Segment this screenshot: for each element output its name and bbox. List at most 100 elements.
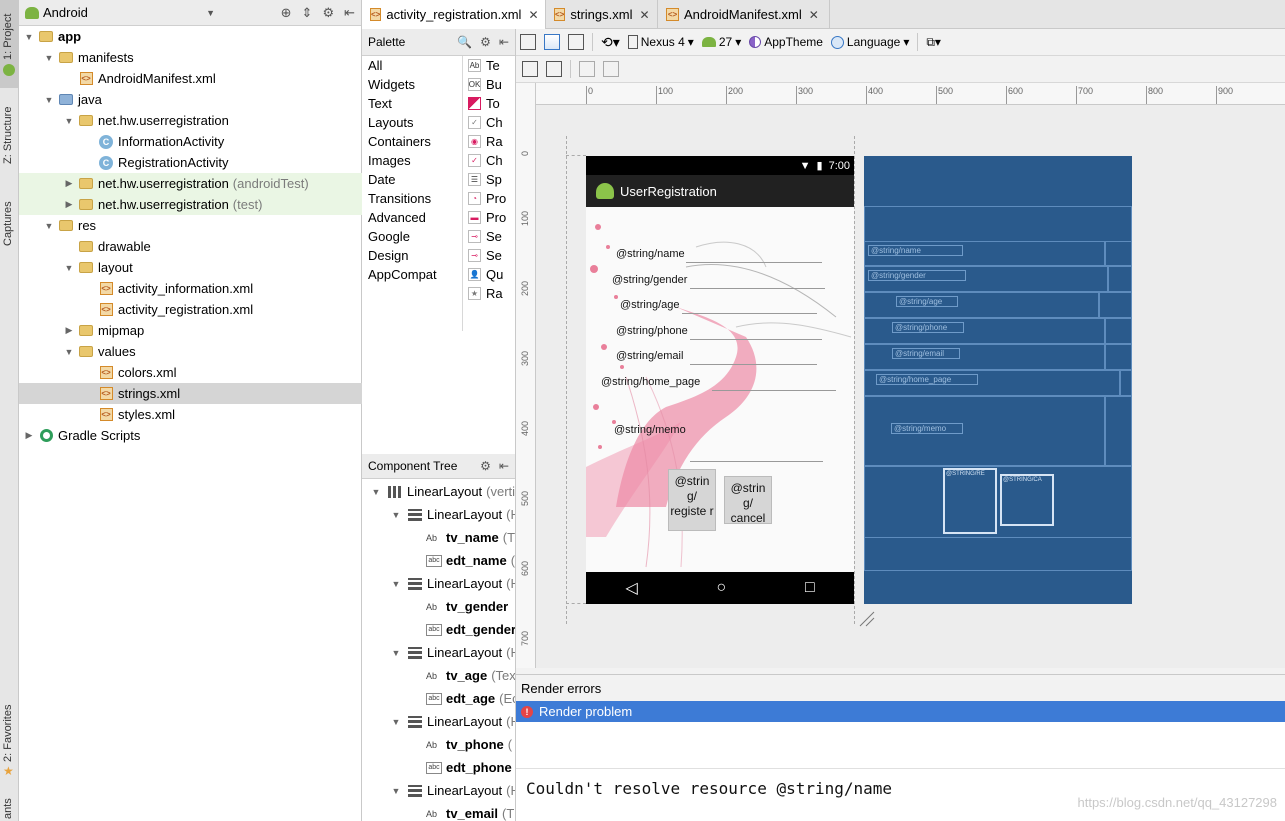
blueprint-view-icon[interactable] (544, 34, 560, 50)
expanded-arrow-icon[interactable]: ▼ (390, 786, 402, 796)
tree-item[interactable]: ▼ manifests (19, 47, 362, 68)
expanded-arrow-icon[interactable]: ▼ (43, 53, 55, 63)
blueprint-preview[interactable]: @string/name @string/gender @string/age @st… (864, 156, 1132, 604)
language-selector[interactable]: Language ▾ (830, 35, 909, 49)
search-icon[interactable]: 🔍 (457, 35, 472, 49)
palette-widget[interactable]: OK Bu (468, 77, 502, 92)
expanded-arrow-icon[interactable]: ▼ (390, 510, 402, 520)
resize-handle[interactable] (858, 610, 876, 628)
palette-category[interactable]: Containers (368, 134, 431, 149)
close-icon[interactable]: ✕ (639, 8, 649, 22)
tree-item[interactable]: <> styles.xml (19, 404, 362, 425)
autoconnect-icon[interactable] (546, 61, 562, 77)
component-tree-row[interactable]: ▼ LinearLayout(H (362, 572, 515, 595)
orientation-icon[interactable]: ⟲▾ (601, 34, 620, 51)
expanded-arrow-icon[interactable]: ▼ (63, 263, 75, 273)
palette-category[interactable]: Google (368, 229, 410, 244)
palette-category[interactable]: Date (368, 172, 395, 187)
component-tree-row[interactable]: abc edt_name( (362, 549, 515, 572)
gear-icon[interactable]: ⚙ (480, 459, 491, 473)
tree-item[interactable]: ▼ res (19, 215, 362, 236)
component-tree-row[interactable]: ▼ LinearLayout(H (362, 710, 515, 733)
phone-preview[interactable]: ▼ ▮ 7:00 UserRegistration @string/name @s… (586, 156, 854, 604)
component-tree-row[interactable]: Ab tv_phone( (362, 733, 512, 756)
form-input-field[interactable] (690, 364, 817, 365)
palette-category[interactable]: Images (368, 153, 411, 168)
palette-widget[interactable]: 👤 Qu (468, 267, 503, 282)
component-tree-row[interactable]: Ab tv_age (Tex (362, 664, 515, 687)
palette-category[interactable]: AppCompat (368, 267, 437, 282)
component-tree-row[interactable]: abc edt_age(Ec (362, 687, 515, 710)
palette-category[interactable]: All (368, 58, 382, 73)
tree-item[interactable]: <> activity_registration.xml (19, 299, 362, 320)
form-input-field[interactable] (690, 339, 822, 340)
api-selector[interactable]: 27 ▾ (701, 35, 741, 49)
layout-variants-icon[interactable]: ⧉▾ (926, 35, 941, 50)
tree-item[interactable]: ▶ Gradle Scripts (19, 425, 362, 446)
collapsed-arrow-icon[interactable]: ▶ (63, 199, 75, 210)
collapsed-arrow-icon[interactable]: ▶ (63, 178, 75, 189)
project-view-selector[interactable]: Android ▼ (25, 3, 215, 23)
tree-item[interactable]: ▶ net.hw.userregistration (test) (19, 194, 362, 215)
expanded-arrow-icon[interactable]: ▼ (390, 579, 402, 589)
component-tree-row[interactable]: Ab tv_name (T (362, 526, 515, 549)
render-problem-row[interactable]: ! Render problem (516, 701, 1285, 722)
hide-panel-icon[interactable]: ⇤ (499, 35, 509, 49)
expanded-arrow-icon[interactable]: ▼ (43, 221, 55, 231)
collapsed-arrow-icon[interactable]: ▶ (23, 430, 35, 441)
form-input-field[interactable] (682, 313, 817, 314)
gear-icon[interactable]: ⚙ (322, 5, 334, 21)
register-button[interactable]: @strin g/ registe r (668, 469, 716, 531)
component-tree-row[interactable]: ▼ LinearLayout (verti (362, 480, 515, 503)
component-tree-row[interactable]: Ab tv_gender (362, 595, 512, 618)
tree-item[interactable]: ▼ app (19, 26, 362, 47)
tab-strings[interactable]: <> strings.xml ✕ (546, 0, 658, 29)
tree-item[interactable]: ▼ java (19, 89, 362, 110)
tab-android-manifest[interactable]: <> AndroidManifest.xml ✕ (658, 0, 830, 29)
component-tree-row[interactable]: ▼ LinearLayout(H (362, 641, 515, 664)
expand-vertical-icon[interactable] (603, 61, 619, 77)
tree-item[interactable]: <> activity_information.xml (19, 278, 362, 299)
palette-category[interactable]: Text (368, 96, 392, 111)
palette-category[interactable]: Layouts (368, 115, 414, 130)
tree-item[interactable]: C InformationActivity (19, 131, 362, 152)
palette-widget[interactable]: ▬ Pro (468, 210, 506, 225)
component-tree-row[interactable]: abc edt_gender (362, 618, 515, 641)
palette-widget[interactable]: Ab Te (468, 58, 500, 73)
tree-item[interactable]: C RegistrationActivity (19, 152, 362, 173)
palette-widget[interactable]: ★ Ra (468, 286, 503, 301)
component-tree-row[interactable]: ▼ LinearLayout(H (362, 779, 515, 802)
tree-item[interactable]: ▼ net.hw.userregistration (19, 110, 362, 131)
hide-panel-icon[interactable]: ⇤ (344, 5, 355, 21)
show-constraints-icon[interactable] (522, 61, 538, 77)
favorites-tool-tab[interactable]: 2: Favorites ★ (0, 690, 19, 780)
expanded-arrow-icon[interactable]: ▼ (23, 32, 35, 42)
component-tree-row[interactable]: Ab tv_email (T (362, 802, 514, 821)
tree-item[interactable]: ▶ net.hw.userregistration (androidTest) (19, 173, 362, 194)
palette-widget[interactable]: To (468, 96, 500, 111)
expanded-arrow-icon[interactable]: ▼ (390, 717, 402, 727)
cancel-button[interactable]: @strin g/ cancel (724, 476, 772, 525)
component-tree-row[interactable]: ▼ LinearLayout(H (362, 503, 515, 526)
palette-widget[interactable]: ◔ Pro (468, 191, 506, 206)
tab-activity-registration[interactable]: <> activity_registration.xml ✕ (362, 0, 546, 29)
tree-item[interactable]: drawable (19, 236, 362, 257)
structure-tool-tab[interactable]: Z: Structure (0, 92, 19, 180)
palette-category[interactable]: Widgets (368, 77, 415, 92)
build-variants-tool-tab[interactable]: ants (0, 792, 19, 821)
palette-widget[interactable]: ⊸ Se (468, 229, 502, 244)
expanded-arrow-icon[interactable]: ▼ (63, 116, 75, 126)
scroll-from-source-icon[interactable]: ⊕ (281, 5, 292, 21)
palette-widget[interactable]: ✓ Ch (468, 115, 503, 130)
form-input-field[interactable] (690, 288, 825, 289)
close-icon[interactable]: ✕ (809, 8, 819, 22)
design-blueprint-icon[interactable] (568, 34, 584, 50)
palette-widget[interactable]: ◉ Ra (468, 134, 503, 149)
gear-icon[interactable]: ⚙ (480, 35, 491, 49)
tree-item[interactable]: <> colors.xml (19, 362, 362, 383)
captures-tool-tab[interactable]: Captures (0, 186, 19, 262)
collapse-all-icon[interactable]: ⇕ (302, 5, 313, 21)
palette-widget[interactable]: ✓ Ch (468, 153, 503, 168)
expanded-arrow-icon[interactable]: ▼ (63, 347, 75, 357)
device-selector[interactable]: Nexus 4 ▾ (627, 35, 694, 49)
